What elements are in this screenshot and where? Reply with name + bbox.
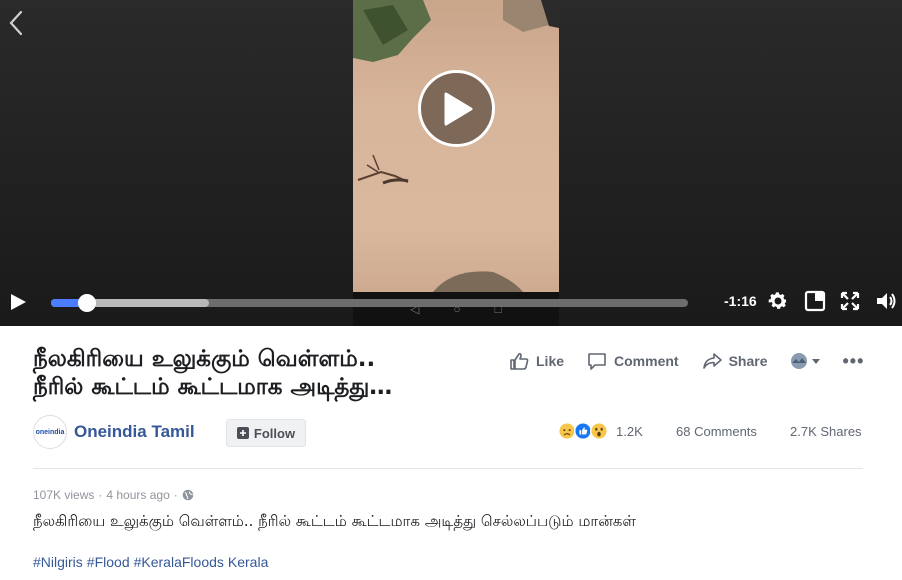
- like-label: Like: [536, 353, 565, 369]
- post-actions: Like Comment Share •••: [508, 348, 864, 374]
- post-description: நீலகிரியை உலுக்கும் வெள்ளம்.. நீரில் கூட…: [33, 512, 636, 530]
- comment-label: Comment: [614, 353, 679, 369]
- comment-icon: [588, 353, 606, 370]
- big-play-button[interactable]: [418, 70, 495, 147]
- reactions-count[interactable]: 1.2K: [616, 424, 643, 439]
- shares-count[interactable]: 2.7K Shares: [790, 424, 862, 439]
- post-title-line1: நீலகிரியை உலுக்கும் வெள்ளம்..: [33, 346, 376, 372]
- page-avatar-icon: [790, 353, 807, 369]
- globe-icon: [182, 489, 194, 501]
- wow-reaction-icon: [590, 422, 608, 440]
- page-info: oneindia Oneindia Tamil: [33, 415, 195, 449]
- hashtag-link[interactable]: #Flood: [87, 554, 130, 570]
- hashtag-link[interactable]: #KeralaFloods: [134, 554, 224, 570]
- video-frame: [353, 0, 559, 326]
- thumbs-up-icon: [510, 352, 529, 370]
- divider: [33, 468, 863, 469]
- like-button[interactable]: Like: [508, 348, 564, 374]
- reactions-summary[interactable]: [558, 422, 608, 440]
- meta-separator: ·: [98, 488, 103, 502]
- volume-icon[interactable]: [874, 289, 898, 313]
- comments-count[interactable]: 68 Comments: [676, 424, 757, 439]
- post-title[interactable]: நீலகிரியை உலுக்கும் வெள்ளம்.. நீரில் கூட…: [33, 345, 493, 401]
- post-stats: 1.2K 68 Comments 2.7K Shares: [558, 422, 863, 442]
- share-button[interactable]: Share: [701, 348, 768, 374]
- follow-plus-icon: [236, 427, 249, 439]
- follow-button[interactable]: Follow: [226, 419, 306, 447]
- back-chevron-icon[interactable]: [6, 8, 26, 38]
- hashtag-link[interactable]: Kerala: [228, 554, 268, 570]
- mini-player-icon[interactable]: [803, 289, 827, 313]
- share-label: Share: [728, 353, 768, 369]
- hashtag-link[interactable]: #Nilgiris: [33, 554, 83, 570]
- follow-label: Follow: [253, 425, 296, 441]
- progress-bar[interactable]: [51, 294, 688, 312]
- fullscreen-icon[interactable]: [838, 289, 862, 313]
- post-timestamp[interactable]: 4 hours ago: [106, 488, 169, 502]
- hashtags: #Nilgiris #Flood #KeralaFloods Kerala: [33, 554, 268, 570]
- settings-gear-icon[interactable]: [766, 289, 790, 313]
- video-frame-image: [353, 0, 559, 292]
- page-name-link[interactable]: Oneindia Tamil: [74, 422, 195, 442]
- play-icon: [444, 92, 472, 125]
- progress-scrubber[interactable]: [77, 294, 96, 312]
- views-count: 107K views: [33, 488, 95, 502]
- meta-separator-2: ·: [173, 488, 178, 502]
- page-logo-text: oneindia: [35, 428, 65, 436]
- more-options-icon[interactable]: •••: [843, 351, 865, 372]
- caret-down-icon: [811, 359, 820, 364]
- comment-button[interactable]: Comment: [586, 348, 679, 374]
- page-logo[interactable]: oneindia: [33, 415, 67, 449]
- post-meta: 107K views · 4 hours ago ·: [33, 488, 194, 502]
- play-control-icon[interactable]: [8, 292, 28, 312]
- share-icon: [702, 353, 722, 369]
- video-controls: -1:16: [0, 283, 902, 319]
- share-audience-selector[interactable]: [790, 352, 821, 370]
- video-player[interactable]: ◁ ○ □ -1:16: [0, 0, 902, 326]
- post-title-line2: நீரில் கூட்டம் கூட்டமாக அடித்து…: [33, 374, 393, 400]
- time-remaining: -1:16: [724, 293, 757, 309]
